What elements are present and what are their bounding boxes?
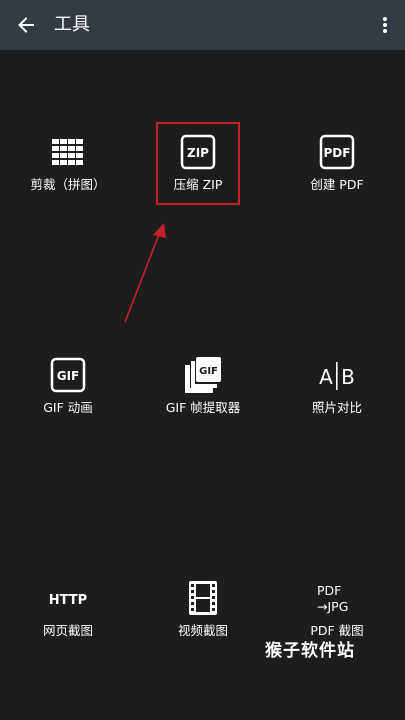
svg-text:GIF: GIF bbox=[57, 369, 80, 383]
tool-crop-collage[interactable]: 剪裁（拼图） bbox=[3, 132, 133, 202]
tool-create-pdf-label: 创建 PDF bbox=[310, 177, 364, 192]
tool-photo-compare[interactable]: A B 照片对比 bbox=[272, 355, 402, 425]
tool-webpage-capture[interactable]: HTTP 网页截图 bbox=[3, 578, 133, 648]
more-options-button[interactable] bbox=[371, 9, 399, 41]
tool-gif-frame-extractor[interactable]: GIF GIF 帧提取器 bbox=[138, 355, 268, 425]
back-button[interactable] bbox=[10, 9, 42, 41]
tool-video-capture-label: 视频截图 bbox=[177, 623, 228, 638]
tool-crop-collage-label: 剪裁（拼图） bbox=[30, 177, 106, 192]
gif-stack-icon: GIF bbox=[185, 357, 221, 393]
page-title: 工具 bbox=[54, 14, 90, 35]
tool-gif-animation[interactable]: GIF GIF 动画 bbox=[3, 355, 133, 425]
pdf-to-jpg-icon: PDF →JPG bbox=[317, 583, 348, 614]
app-bar: 工具 bbox=[0, 0, 405, 50]
svg-text:PDF: PDF bbox=[317, 583, 341, 598]
grid-icon bbox=[52, 139, 83, 165]
more-vert-icon bbox=[383, 17, 387, 33]
svg-text:→JPG: →JPG bbox=[317, 599, 348, 614]
tool-gif-animation-label: GIF 动画 bbox=[43, 400, 93, 415]
svg-text:HTTP: HTTP bbox=[49, 593, 87, 608]
svg-text:B: B bbox=[341, 365, 355, 389]
svg-text:GIF: GIF bbox=[199, 366, 218, 377]
watermark: 猴子软件站 bbox=[265, 641, 355, 661]
tool-create-pdf[interactable]: PDF 创建 PDF bbox=[272, 132, 402, 202]
tool-photo-compare-label: 照片对比 bbox=[311, 400, 362, 415]
svg-text:A: A bbox=[319, 365, 333, 389]
svg-text:PDF: PDF bbox=[324, 146, 351, 160]
arrow-left-icon bbox=[18, 17, 34, 33]
tool-gif-frame-extractor-label: GIF 帧提取器 bbox=[165, 400, 241, 415]
tool-webpage-capture-label: 网页截图 bbox=[42, 623, 93, 638]
film-icon bbox=[189, 581, 217, 615]
pdf-icon: PDF bbox=[319, 134, 355, 170]
gif-icon: GIF bbox=[50, 357, 86, 393]
ab-compare-icon: A B bbox=[319, 362, 355, 390]
tool-video-capture[interactable]: 视频截图 bbox=[138, 578, 268, 648]
http-icon: HTTP bbox=[49, 593, 87, 608]
highlight-box bbox=[156, 122, 240, 205]
